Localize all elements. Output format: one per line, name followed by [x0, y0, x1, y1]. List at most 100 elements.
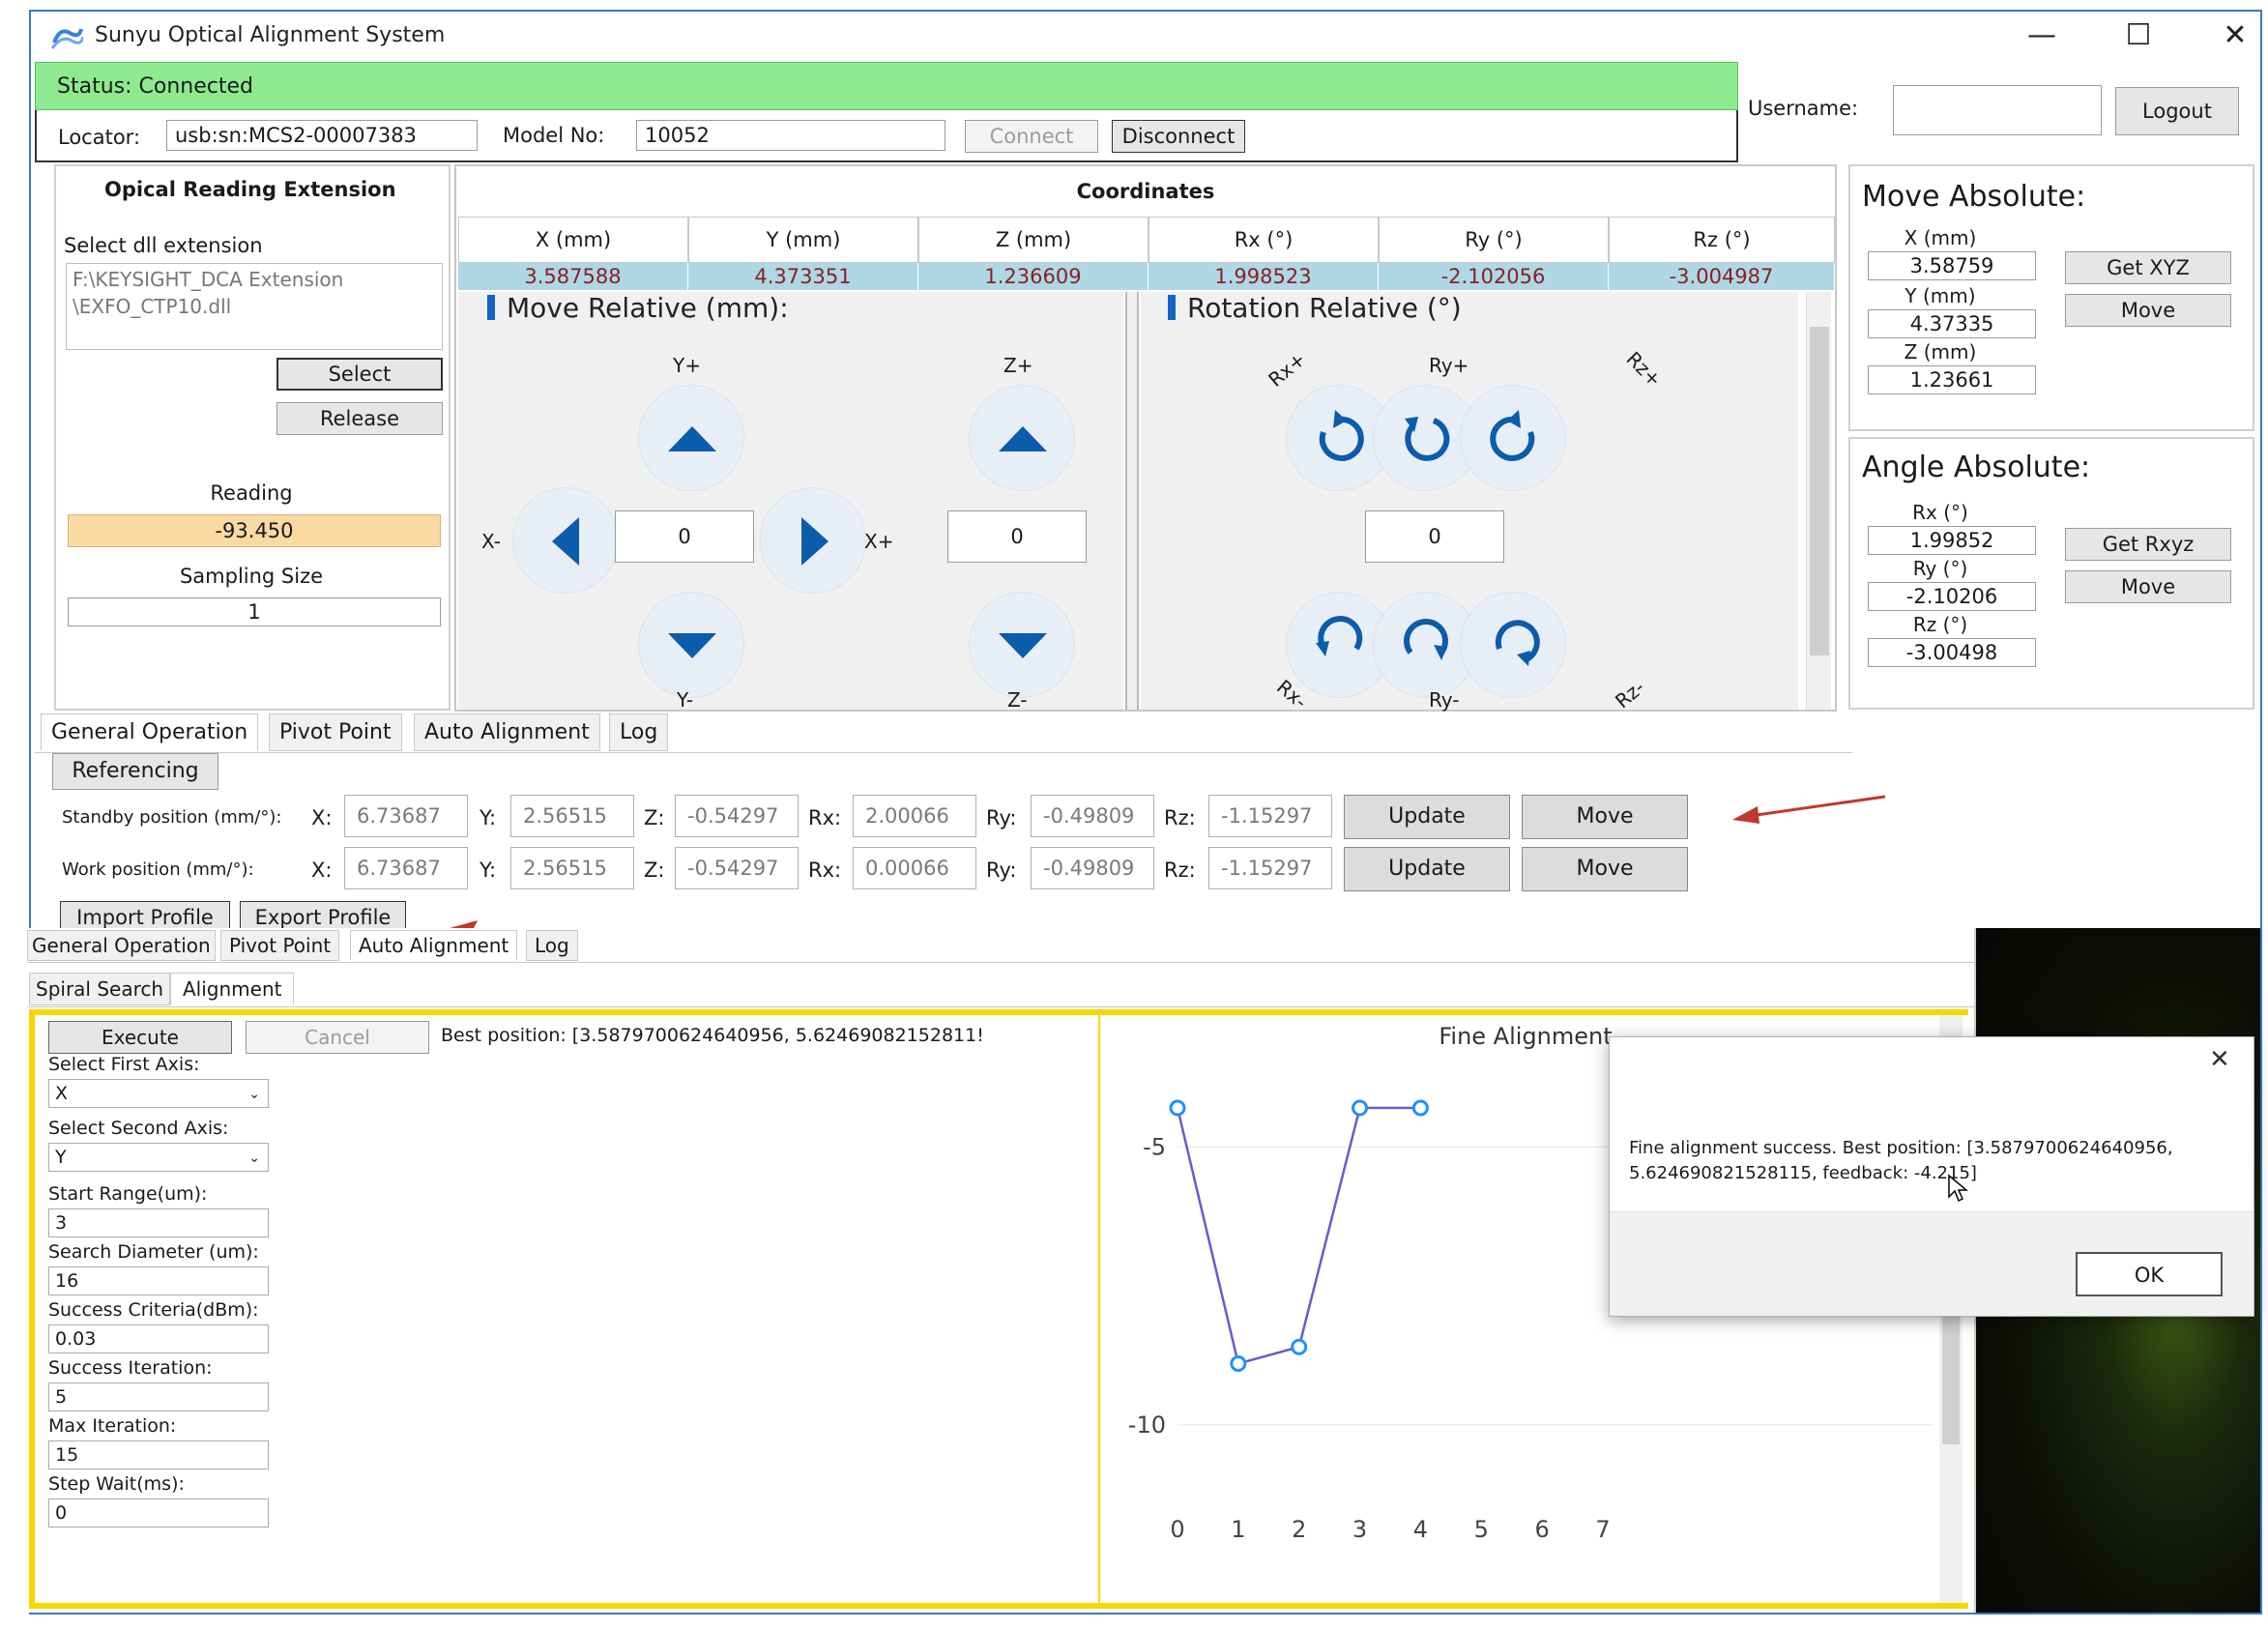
search-diameter-field[interactable]: 16	[48, 1266, 269, 1295]
angle-absolute-title: Angle Absolute:	[1862, 451, 2091, 484]
get-xyz-button[interactable]: Get XYZ	[2065, 251, 2231, 284]
close-button[interactable]: ✕	[2206, 12, 2264, 60]
start-range-field[interactable]: 3	[48, 1208, 269, 1237]
standby-move-button[interactable]: Move	[1522, 795, 1688, 839]
username-field[interactable]	[1893, 85, 2102, 135]
coord-value-x: 3.587588	[458, 263, 688, 290]
y-minus-button[interactable]	[638, 592, 744, 698]
move-relative-panel: Move Relative (mm): Y+ Z+ X- 0 X+ 0 Y- Z…	[458, 292, 1123, 712]
connection-bar: Locator: usb:sn:MCS2-00007383 Model No: …	[35, 110, 1738, 162]
abs-x-field[interactable]: 3.58759	[1868, 251, 2036, 280]
x-plus-label: X+	[864, 530, 894, 553]
z-step-field[interactable]: 0	[947, 510, 1087, 563]
standby-rz-field[interactable]: -1.15297	[1208, 795, 1332, 837]
referencing-button[interactable]: Referencing	[52, 753, 218, 790]
coordinates-header-row: X (mm) Y (mm) Z (mm) Rx (°) Ry (°) Rz (°…	[458, 217, 1835, 263]
standby-z-field[interactable]: -0.54297	[675, 795, 799, 837]
dialog-close-button[interactable]: ✕	[2209, 1045, 2230, 1074]
overlay-tab-log[interactable]: Log	[526, 930, 578, 961]
start-range-label: Start Range(um):	[48, 1183, 208, 1205]
overlay-tab-general-operation[interactable]: General Operation	[27, 930, 216, 961]
abs-rz-field[interactable]: -3.00498	[1868, 638, 2036, 667]
standby-y-label: Y:	[480, 806, 497, 829]
max-iteration-label: Max Iteration:	[48, 1415, 177, 1437]
tab-general-operation[interactable]: General Operation	[41, 713, 259, 751]
work-update-button[interactable]: Update	[1344, 847, 1510, 891]
model-field[interactable]: 10052	[636, 120, 945, 151]
abs-z-field[interactable]: 1.23661	[1868, 365, 2036, 394]
work-z-label: Z:	[644, 858, 665, 882]
scrollbar-thumb[interactable]	[1810, 327, 1829, 655]
tab-log[interactable]: Log	[609, 713, 669, 751]
overlay-tab-auto-alignment[interactable]: Auto Alignment	[350, 930, 518, 961]
max-iteration-field[interactable]: 15	[48, 1440, 269, 1469]
disconnect-button[interactable]: Disconnect	[1112, 120, 1245, 153]
rotation-relative-title: Rotation Relative (°)	[1168, 292, 1462, 324]
minimize-button[interactable]: —	[2013, 12, 2071, 60]
z-plus-button[interactable]	[969, 385, 1075, 491]
tab-pivot-point[interactable]: Pivot Point	[269, 713, 402, 751]
coordinates-panel: Coordinates X (mm) Y (mm) Z (mm) Rx (°) …	[454, 164, 1837, 713]
coordinates-scrollbar[interactable]	[1806, 292, 1831, 710]
angle-absolute-panel: Angle Absolute: Rx (°) 1.99852 Ry (°) -2…	[1848, 437, 2254, 710]
rz-plus-button[interactable]	[1460, 385, 1566, 491]
get-rxyz-button[interactable]: Get Rxyz	[2065, 528, 2231, 561]
locator-field[interactable]: usb:sn:MCS2-00007383	[166, 120, 478, 151]
subtab-spiral-search[interactable]: Spiral Search	[29, 973, 171, 1005]
dialog-ok-button[interactable]: OK	[2076, 1252, 2223, 1296]
logout-button[interactable]: Logout	[2115, 87, 2239, 135]
xy-step-field[interactable]: 0	[615, 510, 754, 563]
rz-minus-button[interactable]	[1460, 592, 1566, 698]
work-rx-field[interactable]: 0.00066	[853, 847, 976, 889]
abs-rx-field[interactable]: 1.99852	[1868, 526, 2036, 555]
abs-y-field[interactable]: 4.37335	[1868, 309, 2036, 338]
x-plus-button[interactable]	[760, 487, 866, 594]
success-criteria-field[interactable]: 0.03	[48, 1324, 269, 1353]
execute-button[interactable]: Execute	[48, 1021, 232, 1054]
x-minus-button[interactable]	[512, 487, 619, 594]
work-rz-field[interactable]: -1.15297	[1208, 847, 1332, 889]
dll-path-line1: F:\KEYSIGHT_DCA Extension	[73, 268, 344, 291]
subtab-alignment[interactable]: Alignment	[170, 973, 295, 1005]
move-absolute-panel: Move Absolute: X (mm) 3.58759 Y (mm) 4.3…	[1848, 164, 2254, 431]
standby-x-field[interactable]: 6.73687	[344, 795, 468, 837]
abs-ry-field[interactable]: -2.10206	[1868, 582, 2036, 611]
move-angle-button[interactable]: Move	[2065, 570, 2231, 603]
standby-rx-label: Rx:	[808, 806, 842, 829]
step-wait-field[interactable]: 0	[48, 1498, 269, 1527]
z-minus-button[interactable]	[969, 592, 1075, 698]
sampling-size-field[interactable]: 1	[68, 597, 441, 626]
work-ry-field[interactable]: -0.49809	[1031, 847, 1154, 889]
overlay-tab-pivot-point[interactable]: Pivot Point	[220, 930, 340, 961]
standby-y-field[interactable]: 2.56515	[510, 795, 634, 837]
dll-path-box[interactable]: F:\KEYSIGHT_DCA Extension \EXFO_CTP10.dl…	[66, 263, 443, 350]
x-tick-label: 7	[1595, 1516, 1610, 1543]
z-plus-label: Z+	[1003, 354, 1033, 377]
work-rz-label: Rz:	[1164, 858, 1196, 882]
standby-update-button[interactable]: Update	[1344, 795, 1510, 839]
maximize-button[interactable]: ☐	[2109, 12, 2167, 60]
work-z-field[interactable]: -0.54297	[675, 847, 799, 889]
standby-rz-label: Rz:	[1164, 806, 1196, 829]
work-ry-label: Ry:	[986, 858, 1017, 882]
standby-ry-field[interactable]: -0.49809	[1031, 795, 1154, 837]
work-move-button[interactable]: Move	[1522, 847, 1688, 891]
select-dll-button[interactable]: Select	[276, 358, 443, 391]
second-axis-select[interactable]: Y ⌄	[48, 1143, 269, 1172]
work-y-field[interactable]: 2.56515	[510, 847, 634, 889]
abs-rx-label: Rx (°)	[1912, 501, 1968, 524]
coordinates-value-row: 3.587588 4.373351 1.236609 1.998523 -2.1…	[458, 263, 1835, 290]
first-axis-select[interactable]: X ⌄	[48, 1079, 269, 1108]
dialog-message-line1: Fine alignment success. Best position: […	[1629, 1138, 2173, 1158]
rotation-relative-panel: Rotation Relative (°) Rx+ Ry+ Rz+ 0 Rx- …	[1141, 292, 1798, 713]
success-iteration-field[interactable]: 5	[48, 1382, 269, 1411]
release-dll-button[interactable]: Release	[276, 402, 443, 435]
rotation-step-field[interactable]: 0	[1365, 510, 1504, 563]
work-x-field[interactable]: 6.73687	[344, 847, 468, 889]
cancel-button[interactable]: Cancel	[246, 1021, 429, 1054]
tab-auto-alignment[interactable]: Auto Alignment	[414, 713, 600, 751]
connect-button[interactable]: Connect	[965, 120, 1098, 153]
standby-rx-field[interactable]: 2.00066	[853, 795, 976, 837]
y-plus-button[interactable]	[638, 385, 744, 491]
move-absolute-button[interactable]: Move	[2065, 294, 2231, 327]
